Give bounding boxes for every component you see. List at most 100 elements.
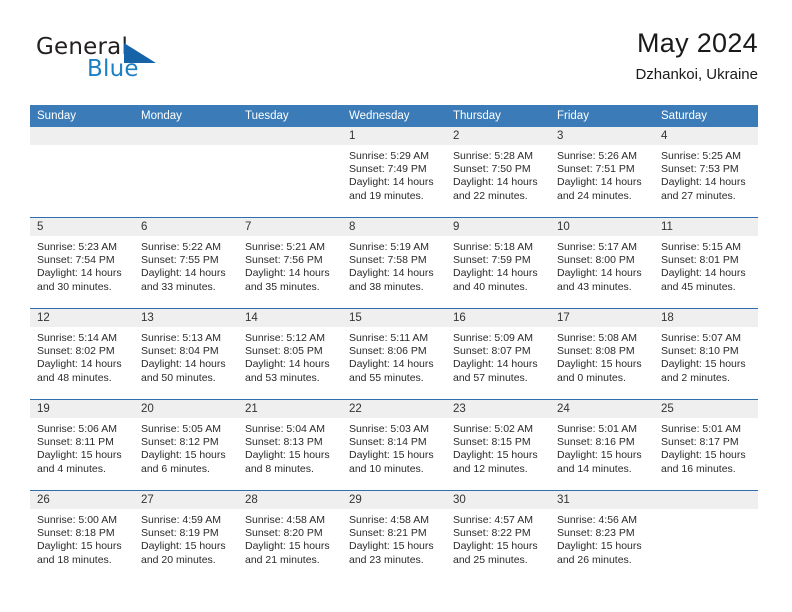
sunrise-time: Sunrise: 5:17 AM [557,241,637,253]
daylight-duration-line1: Daylight: 15 hours [37,449,122,462]
sunset-time: Sunset: 7:59 PM [453,254,531,267]
day-number: 20 [134,400,238,418]
calendar-day-cell[interactable]: 1 Sunrise: 5:29 AM Sunset: 7:49 PM Daylight… [342,127,446,218]
calendar-day-cell[interactable]: 4 Sunrise: 5:25 AM Sunset: 7:53 PM Daylight… [654,127,758,218]
calendar-day-cell[interactable]: 13 Sunrise: 5:13 AM Sunset: 8:04 PM Dayligh… [134,308,238,400]
day-number: 14 [238,309,342,327]
sunrise-time: Sunrise: 5:06 AM [37,423,117,435]
calendar-header-row: Sunday Monday Tuesday Wednesday Thursday… [30,105,758,127]
calendar-day-cell[interactable]: 28 Sunrise: 4:58 AM Sunset: 8:20 PM Dayligh… [238,490,342,581]
day-details: Sunrise: 5:12 AM Sunset: 8:05 PM Daylight:… [238,327,342,385]
calendar-day-cell[interactable]: 21 Sunrise: 5:04 AM Sunset: 8:13 PM Dayligh… [238,399,342,491]
calendar-day-cell[interactable]: 31 Sunrise: 4:56 AM Sunset: 8:23 PM Dayligh… [550,490,654,581]
day-number: 31 [550,491,654,509]
daylight-duration-line2: and 25 minutes. [453,553,528,566]
sunset-time: Sunset: 7:50 PM [453,163,531,176]
sunset-time: Sunset: 8:16 PM [557,436,635,449]
daylight-duration-line2: and 23 minutes. [349,553,424,566]
sunrise-time: Sunrise: 4:58 AM [245,514,325,526]
calendar-day-cell[interactable]: 12 Sunrise: 5:14 AM Sunset: 8:02 PM Dayligh… [30,308,134,400]
daylight-duration-line2: and 53 minutes. [245,371,320,384]
calendar-day-cell[interactable]: 3 Sunrise: 5:26 AM Sunset: 7:51 PM Daylight… [550,127,654,218]
calendar-day-cell[interactable]: 24 Sunrise: 5:01 AM Sunset: 8:16 PM Dayligh… [550,399,654,491]
sunset-time: Sunset: 8:11 PM [37,436,114,449]
calendar-cell-empty [654,490,758,581]
day-details: Sunrise: 5:13 AM Sunset: 8:04 PM Daylight:… [134,327,238,385]
sunset-time: Sunset: 7:49 PM [349,163,427,176]
daylight-duration-line2: and 12 minutes. [453,462,528,475]
day-details: Sunrise: 4:58 AM Sunset: 8:20 PM Daylight:… [238,509,342,567]
calendar-day-cell[interactable]: 23 Sunrise: 5:02 AM Sunset: 8:15 PM Dayligh… [446,399,550,491]
day-details: Sunrise: 5:02 AM Sunset: 8:15 PM Daylight:… [446,418,550,476]
day-number: 22 [342,400,446,418]
sunrise-time: Sunrise: 5:04 AM [245,423,325,435]
day-number: 15 [342,309,446,327]
sunset-time: Sunset: 8:02 PM [37,345,115,358]
daylight-duration-line2: and 10 minutes. [349,462,424,475]
calendar-cell-empty [30,127,134,218]
calendar-day-cell[interactable]: 10 Sunrise: 5:17 AM Sunset: 8:00 PM Dayligh… [550,217,654,309]
sunset-time: Sunset: 7:53 PM [661,163,739,176]
daylight-duration-line2: and 30 minutes. [37,280,112,293]
day-details: Sunrise: 5:11 AM Sunset: 8:06 PM Daylight:… [342,327,446,385]
daylight-duration-line2: and 43 minutes. [557,280,632,293]
daylight-duration-line2: and 18 minutes. [37,553,112,566]
day-details: Sunrise: 5:28 AM Sunset: 7:50 PM Daylight:… [446,145,550,203]
calendar-day-cell[interactable]: 6 Sunrise: 5:22 AM Sunset: 7:55 PM Daylight… [134,217,238,309]
calendar-day-cell[interactable]: 26 Sunrise: 5:00 AM Sunset: 8:18 PM Dayligh… [30,490,134,581]
calendar-day-cell[interactable]: 15 Sunrise: 5:11 AM Sunset: 8:06 PM Dayligh… [342,308,446,400]
logo-text-blue: Blue [87,56,139,82]
daylight-duration-line2: and 0 minutes. [557,371,626,384]
calendar-day-cell[interactable]: 9 Sunrise: 5:18 AM Sunset: 7:59 PM Daylight… [446,217,550,309]
day-details: Sunrise: 5:19 AM Sunset: 7:58 PM Daylight:… [342,236,446,294]
daylight-duration-line2: and 6 minutes. [141,462,210,475]
day-number: 29 [342,491,446,509]
calendar-day-cell[interactable]: 16 Sunrise: 5:09 AM Sunset: 8:07 PM Dayligh… [446,308,550,400]
daylight-duration-line1: Daylight: 14 hours [661,176,746,189]
sunrise-sunset-calendar: Sunday Monday Tuesday Wednesday Thursday… [30,105,758,581]
sunset-time: Sunset: 8:21 PM [349,527,427,540]
day-number: 26 [30,491,134,509]
sunrise-time: Sunrise: 4:57 AM [453,514,533,526]
calendar-page: General Blue May 2024 Dzhankoi, Ukraine … [0,0,792,612]
calendar-day-cell[interactable]: 27 Sunrise: 4:59 AM Sunset: 8:19 PM Dayligh… [134,490,238,581]
calendar-week-row: 19 Sunrise: 5:06 AM Sunset: 8:11 PM Dayligh… [30,399,758,491]
daylight-duration-line1: Daylight: 14 hours [349,267,434,280]
calendar-day-cell[interactable]: 2 Sunrise: 5:28 AM Sunset: 7:50 PM Daylight… [446,127,550,218]
day-number: 16 [446,309,550,327]
weekday-header-tuesday: Tuesday [238,105,342,127]
calendar-day-cell[interactable]: 11 Sunrise: 5:15 AM Sunset: 8:01 PM Dayligh… [654,217,758,309]
calendar-day-cell[interactable]: 18 Sunrise: 5:07 AM Sunset: 8:10 PM Dayligh… [654,308,758,400]
calendar-day-cell[interactable]: 29 Sunrise: 4:58 AM Sunset: 8:21 PM Dayligh… [342,490,446,581]
day-number: 21 [238,400,342,418]
calendar-day-cell[interactable]: 7 Sunrise: 5:21 AM Sunset: 7:56 PM Daylight… [238,217,342,309]
calendar-day-cell[interactable]: 25 Sunrise: 5:01 AM Sunset: 8:17 PM Dayligh… [654,399,758,491]
day-number [30,127,134,145]
calendar-day-cell[interactable]: 8 Sunrise: 5:19 AM Sunset: 7:58 PM Daylight… [342,217,446,309]
daylight-duration-line1: Daylight: 15 hours [245,449,330,462]
calendar-week-row: 1 Sunrise: 5:29 AM Sunset: 7:49 PM Daylight… [30,127,758,218]
daylight-duration-line1: Daylight: 15 hours [661,358,746,371]
calendar-week-row: 12 Sunrise: 5:14 AM Sunset: 8:02 PM Dayligh… [30,308,758,400]
day-number: 5 [30,218,134,236]
calendar-day-cell[interactable]: 20 Sunrise: 5:05 AM Sunset: 8:12 PM Dayligh… [134,399,238,491]
sunset-time: Sunset: 8:18 PM [37,527,115,540]
daylight-duration-line2: and 45 minutes. [661,280,736,293]
sunset-time: Sunset: 8:04 PM [141,345,219,358]
daylight-duration-line2: and 38 minutes. [349,280,424,293]
calendar-day-cell[interactable]: 22 Sunrise: 5:03 AM Sunset: 8:14 PM Dayligh… [342,399,446,491]
day-number: 28 [238,491,342,509]
daylight-duration-line1: Daylight: 15 hours [349,540,434,553]
sunrise-time: Sunrise: 4:58 AM [349,514,429,526]
weekday-header-thursday: Thursday [446,105,550,127]
daylight-duration-line2: and 19 minutes. [349,189,424,202]
daylight-duration-line2: and 20 minutes. [141,553,216,566]
calendar-day-cell[interactable]: 19 Sunrise: 5:06 AM Sunset: 8:11 PM Dayligh… [30,399,134,491]
daylight-duration-line1: Daylight: 14 hours [557,176,642,189]
day-number: 24 [550,400,654,418]
calendar-day-cell[interactable]: 14 Sunrise: 5:12 AM Sunset: 8:05 PM Dayligh… [238,308,342,400]
calendar-day-cell[interactable]: 30 Sunrise: 4:57 AM Sunset: 8:22 PM Dayligh… [446,490,550,581]
calendar-day-cell[interactable]: 5 Sunrise: 5:23 AM Sunset: 7:54 PM Daylight… [30,217,134,309]
general-blue-logo[interactable]: General Blue [36,36,216,88]
calendar-day-cell[interactable]: 17 Sunrise: 5:08 AM Sunset: 8:08 PM Dayligh… [550,308,654,400]
